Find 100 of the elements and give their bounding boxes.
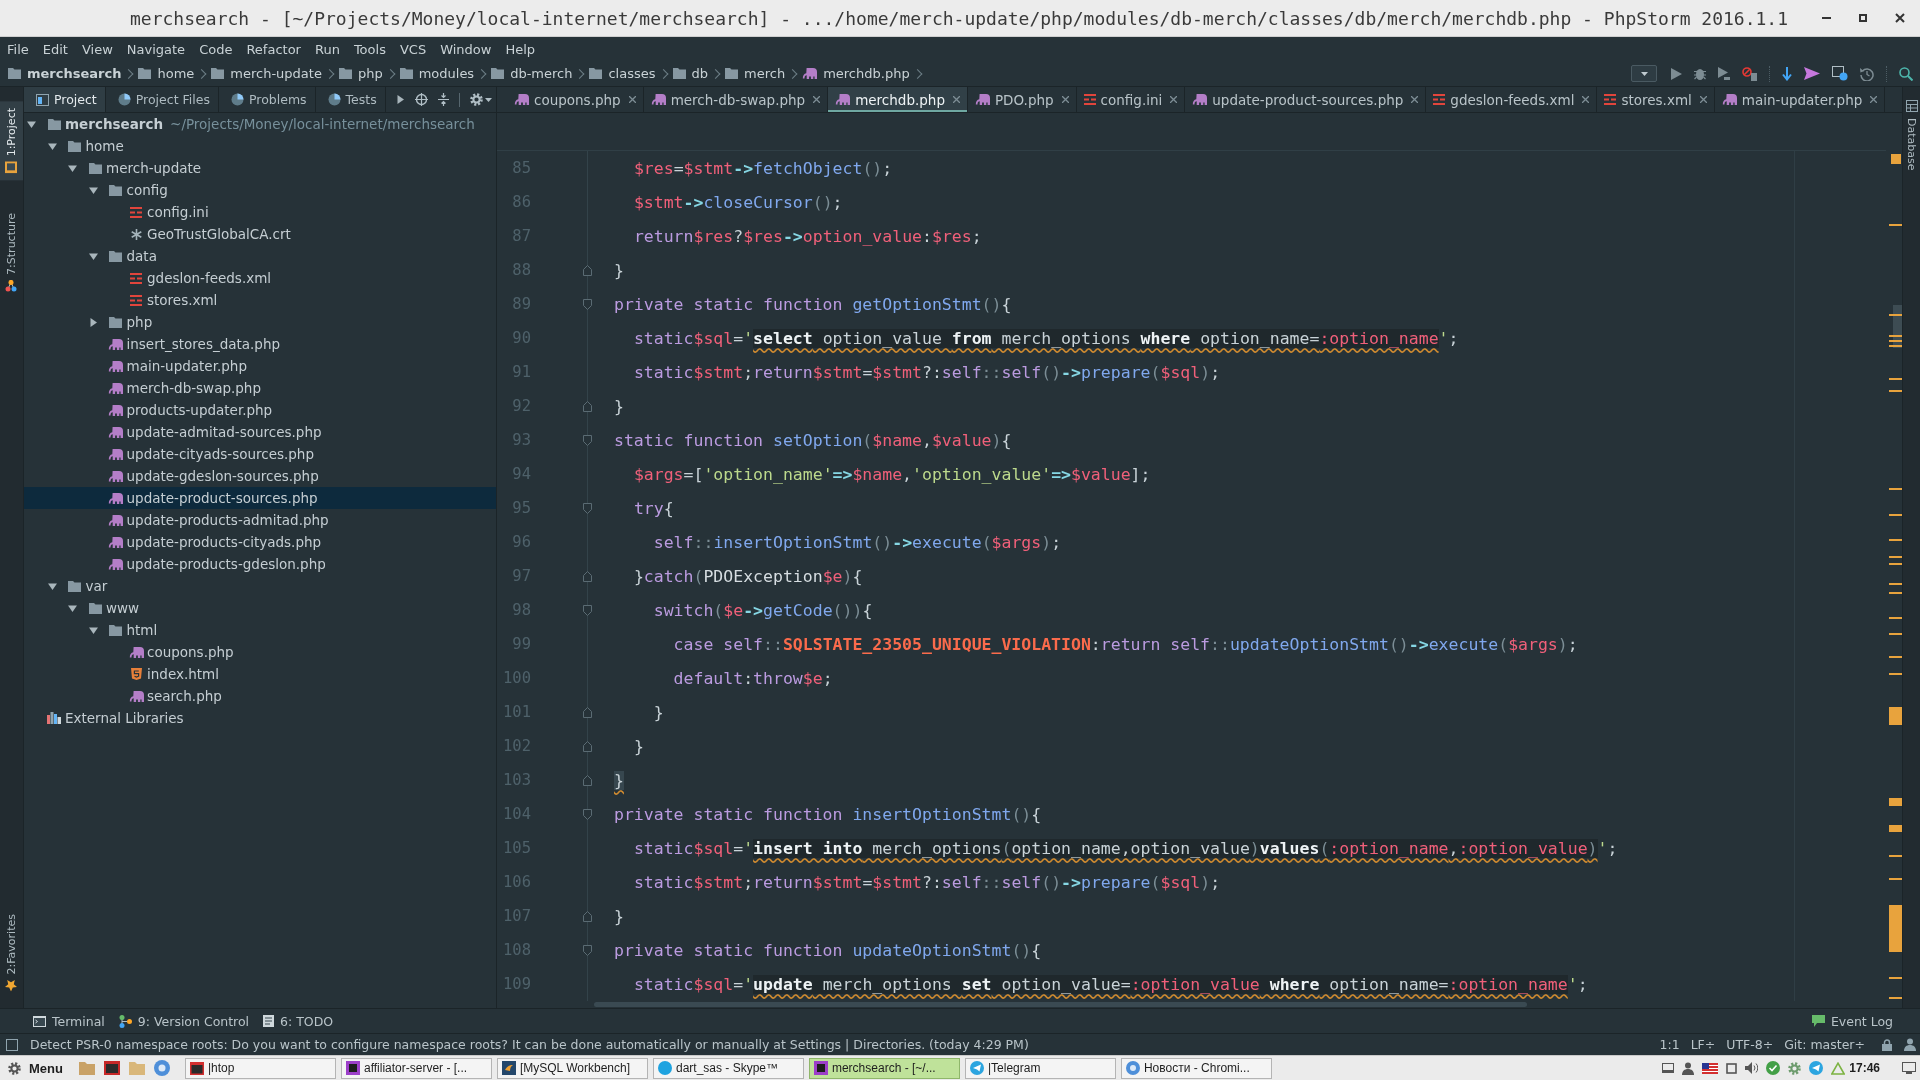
menu-item[interactable]: Window xyxy=(433,39,499,59)
tree-item[interactable]: update-admitad-sources.php xyxy=(108,421,322,443)
tool-window-tab[interactable]: Database xyxy=(1903,93,1920,178)
tree-item[interactable]: data xyxy=(85,245,157,267)
panel-tab[interactable]: Project xyxy=(24,87,106,112)
editor-tab[interactable]: gdeslon-feeds.xml xyxy=(1426,87,1598,112)
editor-tab[interactable]: main-updater.php xyxy=(1714,87,1886,112)
tool-window-button[interactable]: 9: Version Control xyxy=(111,1010,257,1032)
tool-window-button[interactable]: 6: TODO xyxy=(256,1010,341,1032)
run-configuration-dropdown[interactable] xyxy=(1631,65,1657,82)
window-icon[interactable] xyxy=(1662,1063,1675,1073)
fold-marker-icon[interactable] xyxy=(583,502,592,514)
history-icon[interactable] xyxy=(1860,66,1874,81)
menu-item[interactable]: Tools xyxy=(346,39,393,59)
tree-item[interactable]: search.php xyxy=(129,685,222,707)
triangle-right-icon[interactable] xyxy=(88,317,98,327)
terminal-icon[interactable] xyxy=(103,1061,120,1075)
triangle-down-icon[interactable] xyxy=(27,119,36,129)
fold-marker-icon[interactable] xyxy=(583,604,592,616)
gear-icon[interactable] xyxy=(469,93,483,106)
fold-marker-icon[interactable] xyxy=(583,808,592,820)
triangle-outline-icon[interactable] xyxy=(1831,1061,1846,1075)
window-clock-icon[interactable] xyxy=(1832,66,1848,81)
status-field[interactable]: Git: master÷ xyxy=(1784,1037,1865,1052)
flag-icon[interactable] xyxy=(1702,1062,1719,1074)
tool-window-tab[interactable]: 2:Favorites xyxy=(0,906,23,998)
taskbar-button[interactable]: |Telegram xyxy=(964,1057,1116,1079)
fold-marker-icon[interactable] xyxy=(583,434,592,446)
taskbar-button[interactable]: Новости - Chromi... xyxy=(1120,1057,1272,1079)
status-field[interactable]: UTF-8÷ xyxy=(1726,1037,1774,1052)
tree-item[interactable]: html xyxy=(85,619,158,641)
tree-item[interactable]: insert_stores_data.php xyxy=(108,333,281,355)
tree-item[interactable]: update-products-admitad.php xyxy=(108,509,329,531)
triangle-down-icon[interactable] xyxy=(68,163,77,173)
square-icon[interactable] xyxy=(1726,1062,1738,1074)
panel-tab[interactable]: Problems xyxy=(218,87,316,112)
triangle-down-icon[interactable] xyxy=(68,603,77,613)
breadcrumb-item[interactable]: merchsearch xyxy=(8,66,139,81)
screen-icon[interactable] xyxy=(1902,1062,1916,1074)
tree-item[interactable]: update-products-gdeslon.php xyxy=(108,553,326,575)
tree-item[interactable]: main-updater.php xyxy=(108,355,247,377)
menu-item[interactable]: Help xyxy=(498,39,543,59)
tool-window-tab[interactable]: 7:Structure xyxy=(0,206,23,300)
taskbar-button[interactable]: |htop xyxy=(184,1057,336,1079)
tree-item[interactable]: update-product-sources.php xyxy=(24,487,496,509)
tree-item[interactable]: php xyxy=(85,311,153,333)
fold-marker-icon[interactable] xyxy=(583,910,592,922)
crosshair-icon[interactable] xyxy=(414,93,428,106)
person-icon[interactable] xyxy=(1682,1061,1695,1075)
horizontal-scrollbar[interactable] xyxy=(594,1002,1527,1007)
person-icon[interactable] xyxy=(1904,1038,1916,1051)
breadcrumb-item[interactable]: merchdb.php xyxy=(802,66,927,81)
fold-marker-icon[interactable] xyxy=(583,400,592,412)
fold-marker-icon[interactable] xyxy=(583,264,592,276)
tree-item[interactable]: gdeslon-feeds.xml xyxy=(129,267,272,289)
breadcrumb-item[interactable]: db-merch xyxy=(491,66,590,81)
menu-item[interactable]: File xyxy=(0,39,36,59)
triangle-down-icon[interactable] xyxy=(88,185,98,195)
tree-item[interactable]: www xyxy=(65,597,140,619)
panel-tab[interactable]: Project Files xyxy=(105,87,219,112)
caret-down-icon[interactable] xyxy=(484,97,492,102)
play-icon[interactable] xyxy=(1671,67,1682,80)
collapse-all-icon[interactable] xyxy=(437,93,449,106)
fold-marker-icon[interactable] xyxy=(583,944,592,956)
editor-tab[interactable]: coupons.php xyxy=(507,87,644,112)
tool-window-button[interactable]: Terminal xyxy=(26,1010,112,1032)
status-field[interactable]: LF÷ xyxy=(1690,1037,1716,1052)
tree-item[interactable]: var xyxy=(44,575,108,597)
event-log-button[interactable]: Event Log xyxy=(1804,1010,1900,1032)
tree-item[interactable]: coupons.php xyxy=(129,641,234,663)
prohibited-icon[interactable] xyxy=(1742,66,1757,81)
shield-check-icon[interactable] xyxy=(1766,1061,1781,1075)
menu-item[interactable]: Navigate xyxy=(119,39,193,59)
tree-item[interactable]: index.html xyxy=(129,663,219,685)
fold-marker-icon[interactable] xyxy=(583,570,592,582)
breadcrumb-item[interactable]: modules xyxy=(399,66,492,81)
editor-tab[interactable]: PDO.php xyxy=(967,87,1077,112)
status-field[interactable]: 1:1 xyxy=(1659,1037,1680,1052)
tree-item[interactable]: config xyxy=(85,179,168,201)
play-bar-icon[interactable] xyxy=(1718,67,1730,80)
send-arrow-icon[interactable] xyxy=(1804,67,1820,80)
editor-tab[interactable]: config.ini xyxy=(1076,87,1186,112)
triangle-down-icon[interactable] xyxy=(47,141,57,151)
editor-tab[interactable]: stores.xml xyxy=(1597,87,1715,112)
taskbar-button[interactable]: merchsearch - [~/... xyxy=(808,1057,960,1079)
fold-marker-icon[interactable] xyxy=(583,706,592,718)
fold-marker-icon[interactable] xyxy=(583,740,592,752)
menu-item[interactable]: VCS xyxy=(392,39,434,59)
bug-icon[interactable] xyxy=(1694,67,1706,80)
circle-logo-icon[interactable] xyxy=(153,1060,170,1076)
fold-marker-icon[interactable] xyxy=(583,298,592,310)
taskbar-button[interactable]: dart_sas - Skype™ xyxy=(652,1057,804,1079)
tree-item[interactable]: update-products-cityads.php xyxy=(108,531,322,553)
breadcrumb-item[interactable]: php xyxy=(338,66,400,81)
breadcrumb-item[interactable]: home xyxy=(138,66,212,81)
editor-tab[interactable]: merchdb.php xyxy=(828,87,968,112)
search-icon[interactable] xyxy=(1899,66,1913,81)
speaker-icon[interactable] xyxy=(1745,1062,1759,1074)
tree-item[interactable]: update-gdeslon-sources.php xyxy=(108,465,319,487)
menu-button[interactable]: Menu xyxy=(4,1057,67,1079)
